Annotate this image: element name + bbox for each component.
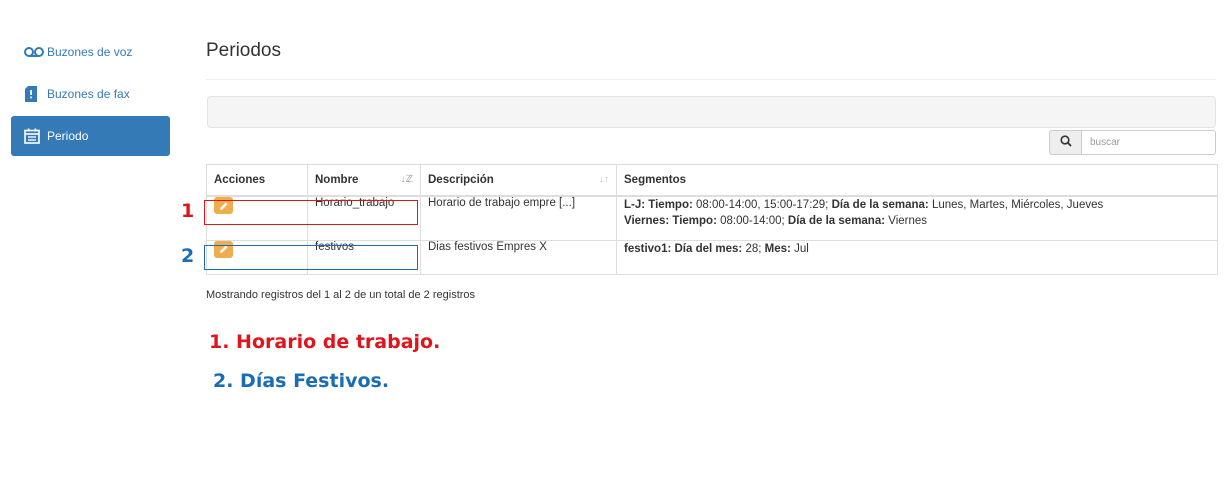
sort-asc-icon: ↓ℤ	[400, 174, 413, 185]
annotation-legend-1: 1. Horario de trabajo.	[209, 331, 441, 353]
filter-bar	[207, 96, 1216, 128]
sort-icon: ↓↑	[599, 174, 609, 185]
sidebar-item-buzones-de-voz[interactable]: Buzones de voz	[11, 32, 170, 72]
column-header-segmentos: Segmentos	[616, 164, 1218, 197]
sidebar-item-periodo[interactable]: Periodo	[11, 116, 170, 156]
title-divider	[206, 79, 1216, 80]
highlight-box-2	[204, 245, 418, 270]
calendar-icon	[24, 128, 44, 144]
segments-cell: festivo1: Día del mes: 28; Mes: Jul	[616, 239, 1218, 275]
sidebar-item-label: Buzones de fax	[47, 87, 130, 101]
description-cell: Dias festivos Empres X	[420, 239, 617, 275]
column-header-nombre[interactable]: Nombre ↓ℤ	[307, 164, 421, 197]
segment-line: Viernes: Tiempo: 08:00-14:00; Día de la …	[624, 215, 928, 227]
sidebar-item-buzones-de-fax[interactable]: Buzones de fax	[11, 74, 170, 114]
sidebar-item-label: Periodo	[47, 129, 89, 143]
search-input[interactable]	[1081, 130, 1216, 155]
column-header-descripcion[interactable]: Descripción ↓↑	[420, 164, 617, 197]
segment-line: festivo1: Día del mes: 28; Mes: Jul	[624, 242, 809, 255]
annotation-number-2: 2	[181, 245, 195, 267]
table-header-row: Acciones Nombre ↓ℤ Descripción ↓↑ Segmento…	[206, 164, 1218, 197]
column-header-acciones: Acciones	[206, 164, 308, 197]
highlight-box-1	[204, 200, 418, 225]
voicemail-icon	[24, 44, 44, 60]
description-cell: Horario de trabajo empre [...]	[420, 195, 617, 241]
segments-cell: L-J: Tiempo: 08:00-14:00, 15:00-17:29; D…	[616, 195, 1218, 241]
annotation-number-1: 1	[181, 200, 195, 222]
sidebar: Buzones de voz Buzones de fax Periodo	[11, 32, 170, 158]
search-icon	[1059, 134, 1072, 152]
search-group	[1049, 130, 1216, 155]
fax-icon	[24, 86, 44, 102]
page-title: Periodos	[206, 40, 281, 61]
segment-line: L-J: Tiempo: 08:00-14:00, 15:00-17:29; D…	[624, 199, 1104, 211]
annotation-legend-2: 2. Días Festivos.	[213, 370, 390, 392]
table-info: Mostrando registros del 1 al 2 de un tot…	[206, 289, 476, 301]
sidebar-item-label: Buzones de voz	[47, 45, 133, 59]
search-button[interactable]	[1049, 130, 1081, 155]
